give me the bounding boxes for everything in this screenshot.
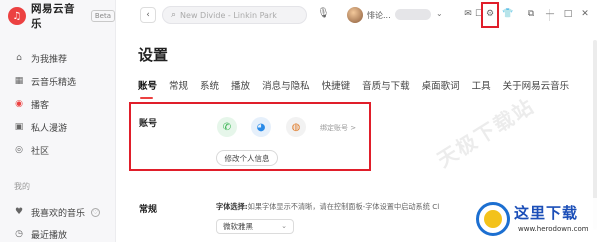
general-section-label: 常规	[139, 205, 158, 215]
sidebar-mine-nav: ♥ 我喜欢的音乐 ♡ ◷ 最近播放	[0, 202, 116, 242]
community-icon: ◎	[15, 145, 23, 155]
sidebar-item-label: 社区	[31, 146, 50, 157]
sidebar-item-label: 我喜欢的音乐	[31, 208, 86, 219]
skin-icon[interactable]: 👕	[502, 8, 514, 20]
radio-icon: ▣	[14, 122, 24, 132]
sidebar-section-mine: 我的	[14, 182, 30, 191]
app-window: ♫ 网易云音乐 Beta ⌂ 为我推荐 ▦ 云音乐精选 ◉ 播客 ▣ 私人漫游 …	[0, 0, 600, 242]
sidebar-item-community[interactable]: ◎ 社区	[0, 140, 116, 160]
netease-logo-icon: ♫	[8, 7, 26, 25]
tab-system[interactable]: 系统	[200, 78, 219, 94]
account-section-label: 账号	[139, 119, 158, 129]
watermark-url: www.herodown.com	[518, 225, 589, 233]
settings-tabs: 账号 常规 系统 播放 消息与隐私 快捷键 音质与下载 桌面歌词 工具 关于网易…	[138, 78, 581, 99]
clock-icon: ◷	[15, 229, 23, 239]
watermark-brand: 这里下载	[514, 204, 579, 222]
chevron-down-icon: ⌄	[281, 222, 287, 230]
close-icon[interactable]: ✕	[579, 8, 591, 20]
tab-quality-download[interactable]: 音质与下载	[362, 78, 410, 94]
sidebar-item-label: 播客	[31, 100, 50, 111]
beta-badge: Beta	[90, 10, 115, 22]
sidebar-item-recent[interactable]: ◷ 最近播放	[0, 224, 116, 242]
search-icon: ⌕	[171, 10, 177, 20]
tab-playback[interactable]: 播放	[231, 78, 250, 94]
qq-icon[interactable]: ◕	[251, 117, 271, 137]
tab-general[interactable]: 常规	[169, 78, 188, 94]
bind-account-link[interactable]: 绑定账号 >	[320, 123, 356, 133]
font-select-value: 微软雅黑	[223, 222, 253, 231]
maximize-icon[interactable]: □	[562, 8, 574, 20]
minimize-icon[interactable]: —	[544, 8, 556, 20]
sidebar-item-label: 私人漫游	[31, 123, 68, 134]
tab-tools[interactable]: 工具	[472, 78, 491, 94]
chevron-down-icon[interactable]: ⌄	[436, 9, 443, 18]
sidebar-item-featured[interactable]: ▦ 云音乐精选	[0, 71, 116, 91]
sidebar-item-podcast[interactable]: ◉ 播客	[0, 94, 116, 114]
font-setting-hint: 如果字体显示不清晰，请在控制面板-字体设置中启动系统 Cl	[247, 202, 440, 211]
brand[interactable]: ♫ 网易云音乐 Beta	[8, 3, 115, 30]
sidebar-item-label: 最近播放	[31, 230, 68, 241]
sidebar-item-recommend[interactable]: ⌂ 为我推荐	[0, 48, 116, 68]
sidebar-item-label: 云音乐精选	[31, 77, 77, 88]
top-bar: ‹ ⌕ 🎙 悱论... ⌄ ✉ ☐ ⚙ 👕 ⧉ — □ ✕	[116, 0, 600, 30]
search-input[interactable]	[180, 10, 301, 20]
podcast-icon: ◉	[15, 99, 23, 109]
heart-icon: ♥	[14, 207, 24, 217]
page-title: 设置	[138, 46, 169, 64]
settings-highlight-box	[481, 2, 499, 28]
tab-messages-privacy[interactable]: 消息与隐私	[262, 78, 310, 94]
sidebar-nav: ⌂ 为我推荐 ▦ 云音乐精选 ◉ 播客 ▣ 私人漫游 ◎ 社区	[0, 48, 116, 163]
sidebar-item-private-fm[interactable]: ▣ 私人漫游	[0, 117, 116, 137]
vip-badge[interactable]	[395, 9, 431, 20]
watermark-text: 天极下载站	[432, 93, 539, 173]
tab-about[interactable]: 关于网易云音乐	[503, 78, 570, 94]
heartbeat-mode-icon[interactable]: ♡	[91, 207, 100, 217]
tab-shortcuts[interactable]: 快捷键	[322, 78, 351, 94]
home-icon: ⌂	[16, 53, 22, 63]
avatar[interactable]	[347, 7, 363, 23]
font-setting-label: 字体选择:	[216, 202, 248, 211]
edit-profile-button[interactable]: 修改个人信息	[216, 150, 278, 166]
app-name: 网易云音乐	[30, 3, 75, 30]
weibo-icon[interactable]: ◍	[286, 117, 306, 137]
sidebar: ♫ 网易云音乐 Beta ⌂ 为我推荐 ▦ 云音乐精选 ◉ 播客 ▣ 私人漫游 …	[0, 0, 116, 242]
tab-desktop-lyrics[interactable]: 桌面歌词	[422, 78, 460, 94]
sidebar-item-liked-music[interactable]: ♥ 我喜欢的音乐 ♡	[0, 202, 116, 222]
tab-account[interactable]: 账号	[138, 78, 157, 99]
mini-mode-icon[interactable]: ⧉	[525, 8, 537, 20]
search-box[interactable]: ⌕	[162, 6, 307, 24]
microphone-icon[interactable]: 🎙	[317, 8, 330, 19]
watermark-logo: 这里下载 www.herodown.com	[470, 198, 600, 242]
back-button[interactable]: ‹	[140, 7, 156, 23]
font-setting-row: 字体选择:如果字体显示不清晰，请在控制面板-字体设置中启动系统 Cl	[216, 202, 476, 212]
username[interactable]: 悱论...	[367, 10, 391, 21]
font-select[interactable]: 微软雅黑 ⌄	[216, 219, 294, 234]
grid-icon: ▦	[14, 76, 24, 86]
sidebar-item-label: 为我推荐	[31, 54, 68, 65]
wechat-icon[interactable]: ✆	[217, 117, 237, 137]
chevron-left-icon: ‹	[146, 10, 150, 20]
herodown-logo-icon	[476, 202, 510, 236]
